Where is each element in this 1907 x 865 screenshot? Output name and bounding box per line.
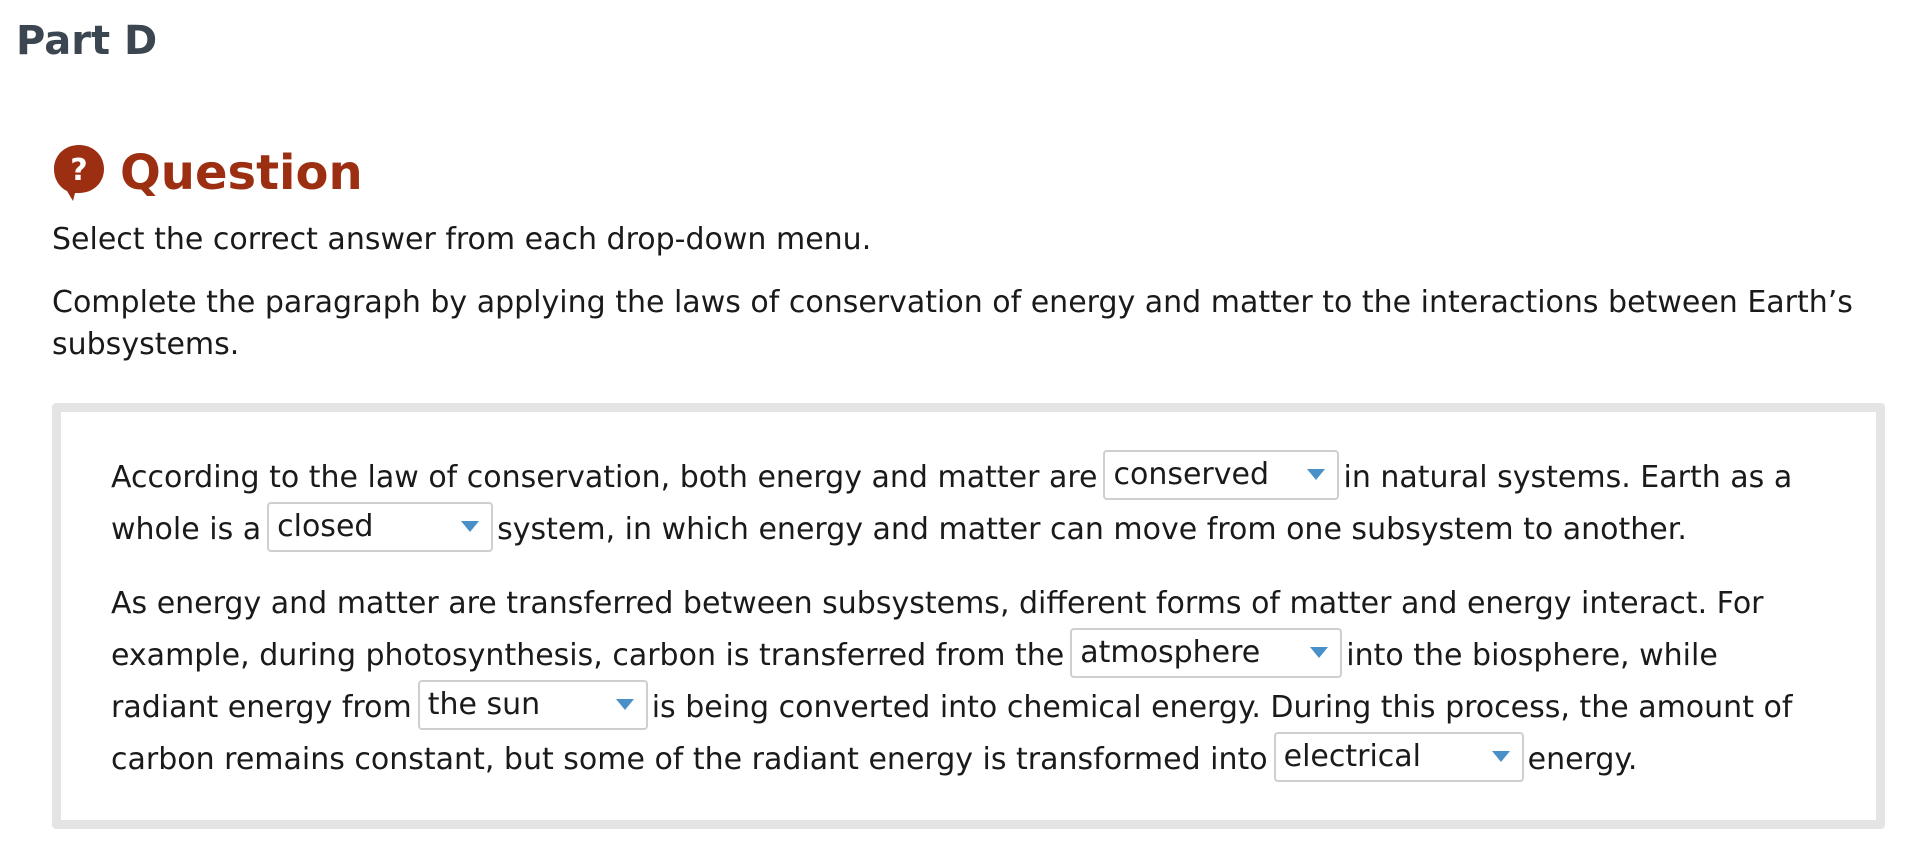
- dropdown-5[interactable]: electrical: [1273, 731, 1524, 782]
- instruction-select: Select the correct answer from each drop…: [52, 222, 872, 257]
- dropdown-5-value: electrical: [1283, 738, 1422, 774]
- paragraph-1-text-a: According to the law of conservation, bo…: [111, 460, 1098, 495]
- dropdown-3[interactable]: atmosphere: [1070, 627, 1343, 678]
- paragraph-2: As energy and matter are transferred bet…: [111, 578, 1831, 786]
- instruction-complete: Complete the paragraph by applying the l…: [52, 285, 1853, 362]
- paragraph-1-text-c: system, in which energy and matter can m…: [497, 512, 1687, 547]
- dropdown-3-caret-icon: [1310, 647, 1329, 658]
- question-header: ? Question: [52, 143, 363, 203]
- dropdown-4-caret-icon: [615, 699, 634, 710]
- dropdown-2-value: closed: [277, 508, 374, 544]
- answer-box: According to the law of conservation, bo…: [52, 403, 1885, 829]
- dropdown-2-caret-icon: [461, 521, 480, 532]
- dropdown-4[interactable]: the sun: [417, 679, 648, 730]
- dropdown-1[interactable]: conserved: [1103, 449, 1340, 500]
- dropdown-2[interactable]: closed: [267, 501, 494, 552]
- dropdown-5-caret-icon: [1491, 751, 1510, 762]
- dropdown-4-value: the sun: [427, 686, 541, 722]
- part-title: Part D: [16, 18, 158, 64]
- question-title: Question: [120, 145, 363, 201]
- dropdown-3-value: atmosphere: [1080, 634, 1261, 670]
- question-mark-glyph: ?: [70, 153, 87, 188]
- paragraph-1: According to the law of conservation, bo…: [111, 449, 1831, 556]
- question-mark-bubble-icon: ?: [52, 143, 106, 203]
- dropdown-1-caret-icon: [1307, 469, 1326, 480]
- paragraph-2-text-d: energy.: [1527, 742, 1638, 777]
- dropdown-1-value: conserved: [1113, 456, 1270, 492]
